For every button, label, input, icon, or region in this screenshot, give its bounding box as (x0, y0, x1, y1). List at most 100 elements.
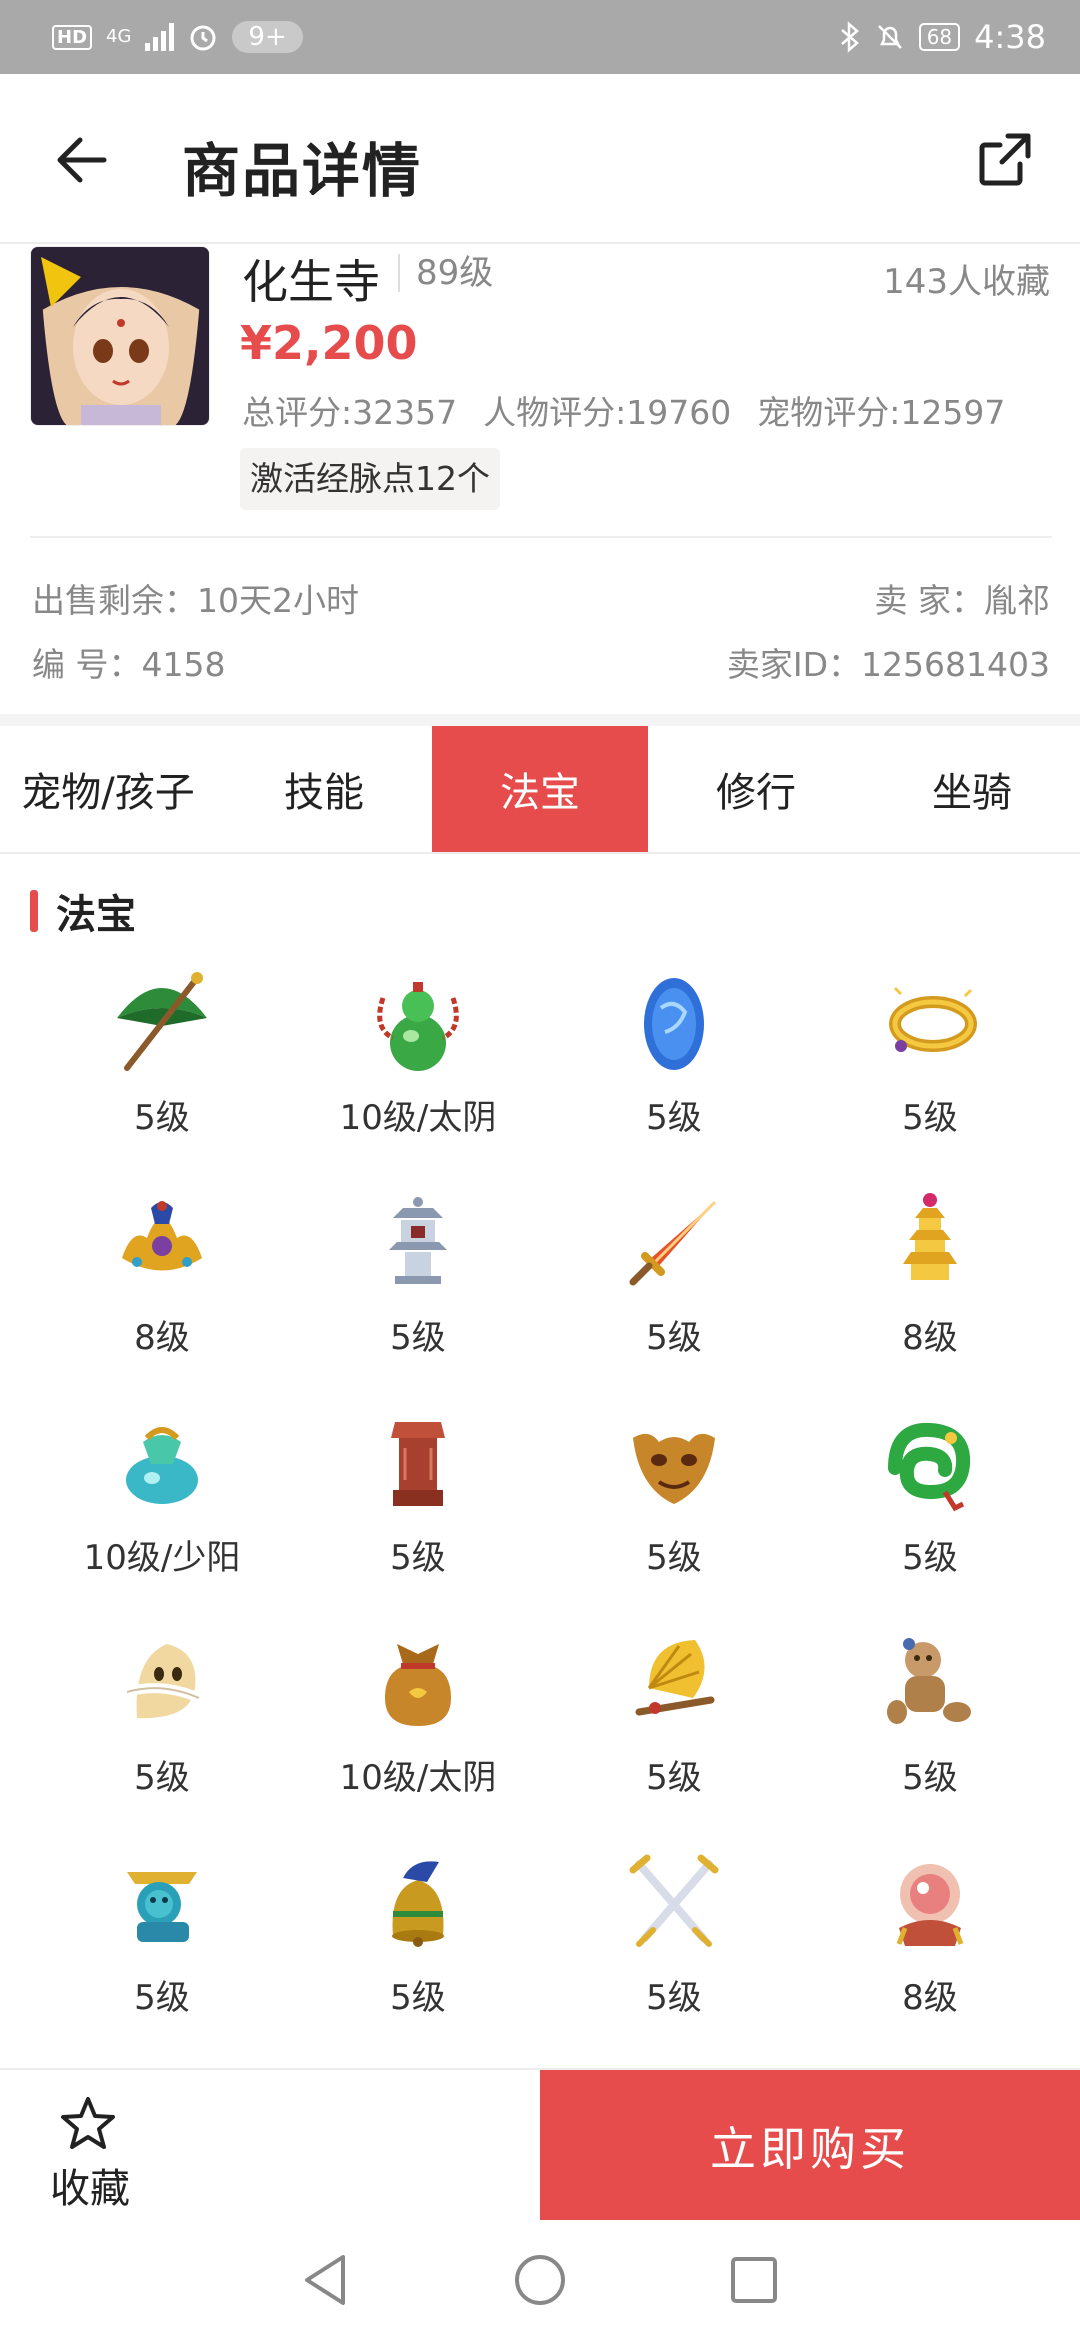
treasure-item[interactable]: 5级 (32, 1848, 292, 2048)
network-type: 4G (106, 26, 132, 47)
item-level: 5级 (902, 1538, 958, 1578)
treasure-item[interactable]: 5级 (544, 1408, 804, 1608)
tab-skills[interactable]: 技能 (216, 726, 432, 852)
seller-name: 卖 家：胤祁 (874, 581, 1051, 620)
section-header: 法宝 (30, 886, 136, 938)
star-icon (61, 2097, 115, 2149)
gourd-icon (377, 982, 459, 1071)
item-level: 8级 (902, 1318, 958, 1358)
stone-lantern-icon (389, 1197, 447, 1284)
item-level: 5级 (390, 1318, 446, 1358)
bottom-action-bar: 收藏 立即购买 (0, 2068, 1080, 2222)
item-level: 10级/少阳 (83, 1538, 241, 1578)
treasure-item[interactable]: 8级 (32, 1188, 292, 1388)
character-level: 89级 (398, 254, 493, 292)
crown-ornament-icon (122, 1201, 202, 1271)
character-school: 化生寺 (242, 255, 380, 309)
jade-bottle-icon (126, 1427, 198, 1504)
treasure-item[interactable]: 5级 (288, 1848, 548, 2048)
tab-mounts[interactable]: 坐骑 (864, 726, 1080, 852)
section-gap (0, 714, 1080, 726)
item-level: 8级 (134, 1318, 190, 1358)
favorite-button[interactable]: 收藏 (0, 2070, 180, 2220)
divider (30, 536, 1052, 538)
crossed-swords-icon (629, 1854, 719, 1947)
treasure-item[interactable]: 5级 (544, 968, 804, 1168)
status-left: HD 4G 9+ (52, 21, 303, 53)
lion-statue-icon (127, 1872, 197, 1942)
clock: 4:38 (974, 18, 1046, 56)
fan-sword-icon (635, 1640, 715, 1716)
item-level: 5级 (134, 1978, 190, 2018)
ghost-charm-icon (125, 1644, 201, 1719)
total-score: 总评分:32357 (242, 393, 458, 432)
price: ¥2,200 (240, 316, 418, 370)
back-arrow-icon[interactable] (52, 130, 112, 190)
treasure-item[interactable]: 5级 (544, 1848, 804, 2048)
share-icon[interactable] (976, 130, 1034, 188)
status-right: 68 4:38 (839, 18, 1046, 56)
flame-sword-icon (629, 1200, 717, 1286)
treasure-item[interactable]: 8级 (800, 1188, 1060, 1388)
seal-stamp-icon (391, 1422, 445, 1506)
treasure-item[interactable]: 5级 (800, 1628, 1060, 1828)
hd-icon: HD (52, 24, 93, 50)
item-level: 5级 (646, 1098, 702, 1138)
treasure-item[interactable]: 5级 (544, 1188, 804, 1388)
golden-rope-icon (889, 986, 977, 1052)
favorite-count: 143人收藏 (883, 262, 1050, 302)
nav-back-icon[interactable] (301, 2253, 351, 2307)
buy-now-button[interactable]: 立即购买 (540, 2070, 1080, 2222)
bluetooth-icon (840, 21, 859, 53)
item-level: 5级 (646, 1318, 702, 1358)
treasure-item[interactable]: 5级 (800, 1408, 1060, 1608)
green-dragon-icon (888, 1422, 971, 1512)
item-level: 10级/太阴 (339, 1098, 497, 1138)
seller-id: 卖家ID：125681403 (726, 645, 1050, 684)
item-level: 5级 (902, 1758, 958, 1798)
page-title: 商品详情 (182, 137, 423, 205)
detail-tabs: 宠物/孩子 技能 法宝 修行 坐骑 (0, 726, 1080, 854)
item-level: 5级 (134, 1098, 190, 1138)
treasure-item[interactable]: 8级 (800, 1848, 1060, 2048)
item-level: 5级 (390, 1978, 446, 2018)
character-avatar (30, 246, 210, 426)
mute-bell-icon (877, 25, 902, 49)
score-row: 总评分:32357 人物评分:19760 宠物评分:12597 (242, 386, 1031, 434)
treasure-item[interactable]: 5级 (32, 968, 292, 1168)
treasure-bag-icon (385, 1644, 451, 1726)
crystal-orb-icon (896, 1864, 964, 1946)
treasure-item[interactable]: 10级/太阴 (288, 1628, 548, 1828)
treasure-item[interactable]: 10级/少阳 (32, 1408, 292, 1608)
system-nav-bar (0, 2220, 1080, 2340)
treasure-item[interactable]: 5级 (288, 1188, 548, 1388)
section-marker (30, 890, 38, 932)
nav-home-icon[interactable] (513, 2253, 567, 2307)
demon-mask-icon (633, 1433, 715, 1504)
app-header: 商品详情 (0, 74, 1080, 244)
status-bar: HD 4G 9+ 68 4:38 (0, 0, 1080, 74)
tab-pets-children[interactable]: 宠物/孩子 (0, 726, 216, 852)
golden-pagoda-icon (903, 1193, 957, 1280)
blue-stone-icon (644, 978, 704, 1070)
treasure-item[interactable]: 10级/太阴 (288, 968, 548, 1168)
ragdoll-icon (887, 1638, 971, 1724)
treasure-item[interactable]: 5级 (544, 1628, 804, 1828)
nav-recents-icon[interactable] (729, 2255, 779, 2305)
item-level: 5级 (134, 1758, 190, 1798)
serial-number: 编 号：4158 (32, 645, 226, 684)
umbrella-icon (117, 972, 207, 1071)
item-level: 5级 (390, 1538, 446, 1578)
section-title: 法宝 (56, 892, 136, 938)
alarm-icon (190, 25, 216, 51)
treasure-item[interactable]: 5级 (800, 968, 1060, 1168)
character-score: 人物评分:19760 (483, 393, 732, 432)
item-level: 5级 (646, 1758, 702, 1798)
bronze-bell-icon (392, 1861, 444, 1947)
treasure-item[interactable]: 5级 (288, 1408, 548, 1608)
treasure-item[interactable]: 5级 (32, 1628, 292, 1828)
tab-cultivation[interactable]: 修行 (648, 726, 864, 852)
item-level: 10级/太阴 (339, 1758, 497, 1798)
sale-remaining: 出售剩余：10天2小时 (32, 581, 359, 620)
tab-treasures[interactable]: 法宝 (432, 726, 648, 852)
